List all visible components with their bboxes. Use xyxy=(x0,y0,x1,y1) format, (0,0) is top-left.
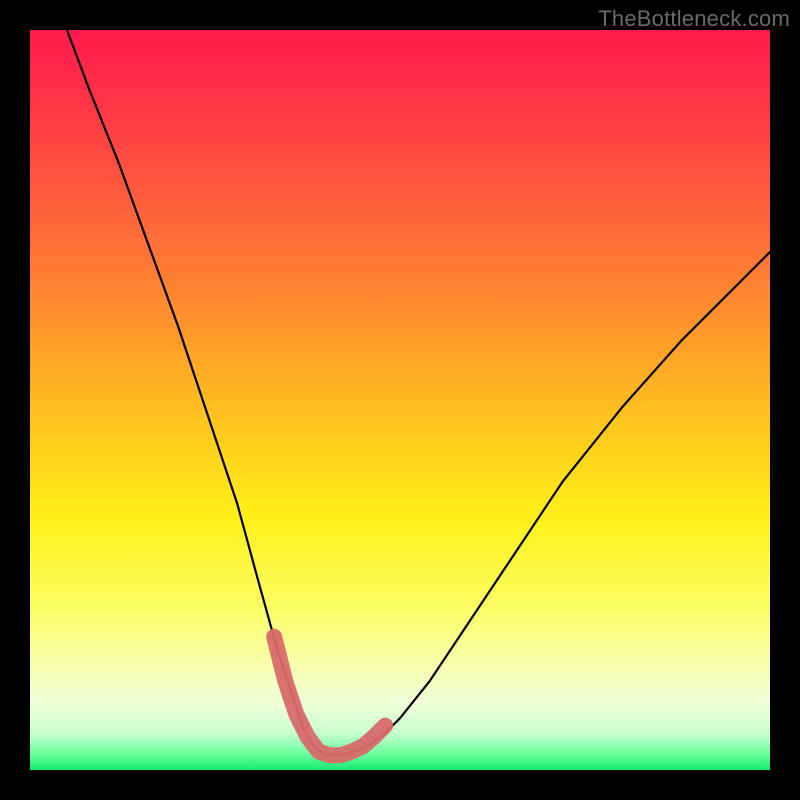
chart-frame: TheBottleneck.com xyxy=(0,0,800,800)
watermark-text: TheBottleneck.com xyxy=(598,6,790,32)
highlight-segment xyxy=(274,637,385,755)
plot-area xyxy=(30,30,770,770)
curve-layer xyxy=(30,30,770,770)
bottleneck-curve xyxy=(67,30,770,755)
